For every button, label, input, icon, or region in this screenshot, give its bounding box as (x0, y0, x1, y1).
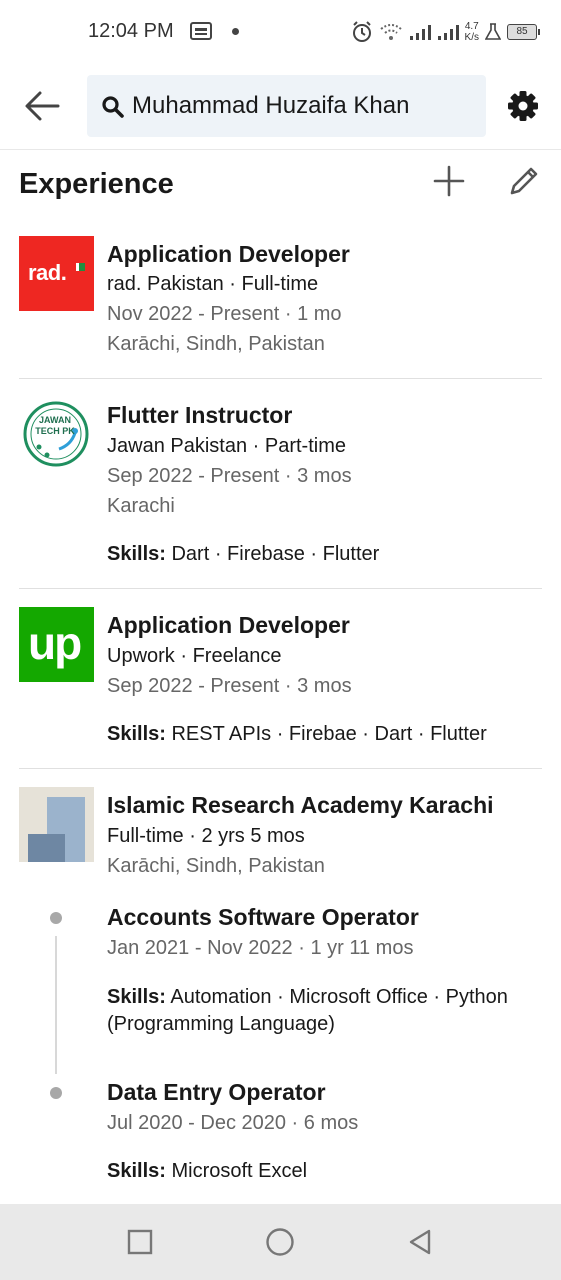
experience-company: rad. Pakistan · Full-time (107, 273, 319, 295)
gear-icon[interactable] (506, 89, 540, 123)
wifi-icon (379, 24, 402, 40)
jawan-tech-logo[interactable]: JAWAN TECH PK (19, 397, 94, 472)
experience-dates: Nov 2022 - Present · 1 mo (107, 303, 342, 325)
signal-icon-1 (409, 25, 431, 40)
role-title[interactable]: Data Entry Operator (107, 1079, 326, 1106)
role-dates: Jul 2020 - Dec 2020 · 6 mos (107, 1112, 359, 1134)
experience-title[interactable]: Application Developer (107, 241, 350, 268)
add-icon[interactable] (432, 164, 466, 198)
experience-skills: Skills: Dart · Firebase · Flutter (107, 543, 380, 565)
flask-icon (485, 23, 501, 40)
back-triangle-icon[interactable] (404, 1226, 436, 1258)
rad-logo[interactable]: rad. (19, 236, 94, 311)
notification-dot (232, 28, 239, 35)
alarm-icon (352, 21, 371, 42)
status-bar: 12:04 PM 4.7 K/s 85 (0, 0, 561, 64)
upwork-logo[interactable]: up (19, 607, 94, 682)
role-skills: Skills: Microsoft Excel (107, 1160, 308, 1182)
divider (19, 768, 542, 769)
company-tenure: Full-time · 2 yrs 5 mos (107, 825, 305, 847)
experience-location: Karachi (107, 495, 175, 517)
experience-location: Karāchi, Sindh, Pakistan (107, 333, 325, 355)
timeline-dot (50, 1087, 62, 1099)
system-nav-bar (0, 1204, 561, 1280)
recent-apps-square-icon[interactable] (124, 1226, 156, 1258)
divider (19, 378, 542, 379)
search-query: Muhammad Huzaifa Khan (132, 92, 410, 119)
experience-company: Upwork · Freelance (107, 645, 282, 667)
home-circle-icon[interactable] (264, 1226, 296, 1258)
search-input[interactable]: Muhammad Huzaifa Khan (87, 75, 486, 137)
timeline-dot (50, 912, 62, 924)
top-bar: Muhammad Huzaifa Khan (0, 64, 561, 150)
company-placeholder-logo[interactable] (19, 787, 94, 862)
experience-title[interactable]: Application Developer (107, 612, 350, 639)
flag-mark-icon (76, 263, 85, 271)
battery-icon: 85 (507, 24, 540, 40)
company-location: Karāchi, Sindh, Pakistan (107, 855, 325, 877)
edit-pencil-icon[interactable] (506, 163, 542, 199)
back-arrow-icon[interactable] (22, 88, 62, 124)
search-icon (102, 96, 124, 118)
status-time: 12:04 PM (88, 20, 174, 42)
divider (19, 588, 542, 589)
experience-dates: Sep 2022 - Present · 3 mos (107, 465, 352, 487)
section-title: Experience (19, 168, 174, 200)
experience-company: Jawan Pakistan · Part-time (107, 435, 346, 457)
net-speed: 4.7 K/s (464, 21, 479, 43)
company-title[interactable]: Islamic Research Academy Karachi (107, 792, 494, 819)
role-dates: Jan 2021 - Nov 2022 · 1 yr 11 mos (107, 937, 414, 959)
experience-dates: Sep 2022 - Present · 3 mos (107, 675, 352, 697)
gallery-notification-icon (190, 22, 212, 40)
experience-title[interactable]: Flutter Instructor (107, 402, 292, 429)
experience-skills: Skills: REST APIs · Firebae · Dart · Flu… (107, 723, 487, 745)
role-skills: Skills: Automation · Microsoft Office · … (107, 986, 508, 1035)
role-title[interactable]: Accounts Software Operator (107, 904, 419, 931)
signal-icon-2 (437, 25, 459, 40)
timeline-line (55, 936, 57, 1074)
